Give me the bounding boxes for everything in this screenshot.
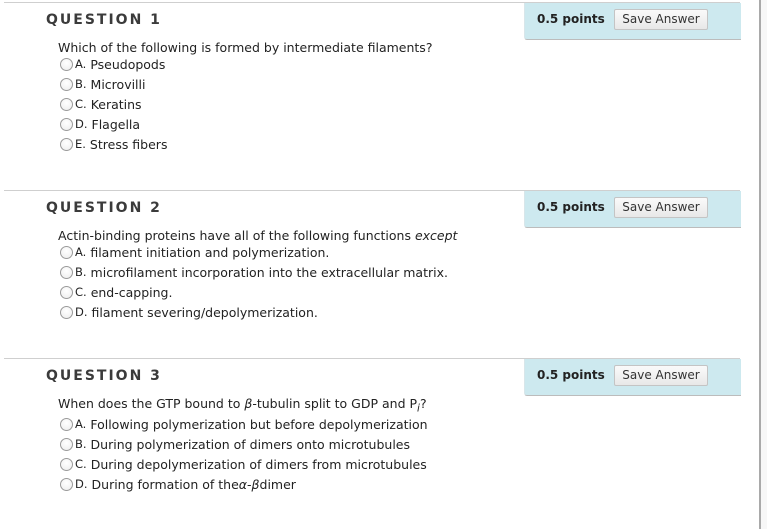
question-title: QUESTION 2	[46, 200, 162, 216]
question-1: QUESTION 1 0.5 points Save Answer Which …	[4, 2, 741, 152]
scroll-gutter	[761, 0, 767, 529]
option-e[interactable]: E. Stress fibers	[60, 134, 167, 154]
option-d[interactable]: D. filament severing/depolymerization.	[60, 302, 448, 322]
radio-button[interactable]	[60, 77, 73, 91]
radio-button[interactable]	[60, 417, 73, 431]
points-label: 0.5 points	[537, 200, 605, 214]
radio-button[interactable]	[60, 97, 73, 111]
answer-options: A. filament initiation and polymerization…	[60, 242, 448, 322]
radio-button[interactable]	[60, 457, 73, 471]
option-c[interactable]: C. During depolymerization of dimers from…	[60, 454, 428, 474]
option-c[interactable]: C. Keratins	[60, 94, 167, 114]
save-answer-button[interactable]: Save Answer	[614, 197, 708, 218]
radio-button[interactable]	[60, 437, 73, 451]
radio-button[interactable]	[60, 57, 73, 71]
radio-button[interactable]	[60, 137, 73, 151]
radio-button[interactable]	[60, 305, 73, 319]
question-text: Actin-binding proteins have all of the f…	[58, 228, 458, 243]
option-b[interactable]: B. During polymerization of dimers onto m…	[60, 434, 428, 454]
option-b[interactable]: B. microfilament incorporation into the e…	[60, 262, 448, 282]
option-b[interactable]: B. Microvilli	[60, 74, 167, 94]
question-text: When does the GTP bound to β-tubulin spl…	[58, 396, 427, 415]
question-title: QUESTION 1	[46, 12, 162, 28]
radio-button[interactable]	[60, 117, 73, 131]
option-d[interactable]: D. Flagella	[60, 114, 167, 134]
option-d[interactable]: D. During formation of the α-β dimer	[60, 474, 428, 494]
radio-button[interactable]	[60, 477, 73, 491]
question-title: QUESTION 3	[46, 368, 162, 384]
answer-options: A. Pseudopods B. Microvilli C. Keratins D. F…	[60, 54, 167, 154]
answer-options: A. Following polymerization but before de…	[60, 414, 428, 494]
question-3: QUESTION 3 0.5 points Save Answer When d…	[4, 358, 741, 492]
points-panel: 0.5 points Save Answer	[524, 3, 741, 40]
option-c[interactable]: C. end-capping.	[60, 282, 448, 302]
save-answer-button[interactable]: Save Answer	[614, 9, 708, 30]
points-panel: 0.5 points Save Answer	[524, 191, 741, 228]
option-a[interactable]: A. filament initiation and polymerization…	[60, 242, 448, 262]
option-a[interactable]: A. Pseudopods	[60, 54, 167, 74]
radio-button[interactable]	[60, 285, 73, 299]
question-2: QUESTION 2 0.5 points Save Answer Actin-…	[4, 190, 741, 320]
question-text: Which of the following is formed by inte…	[58, 40, 433, 55]
points-label: 0.5 points	[537, 12, 605, 26]
radio-button[interactable]	[60, 245, 73, 259]
radio-button[interactable]	[60, 265, 73, 279]
points-label: 0.5 points	[537, 368, 605, 382]
save-answer-button[interactable]: Save Answer	[614, 365, 708, 386]
option-a[interactable]: A. Following polymerization but before de…	[60, 414, 428, 434]
points-panel: 0.5 points Save Answer	[524, 359, 741, 396]
